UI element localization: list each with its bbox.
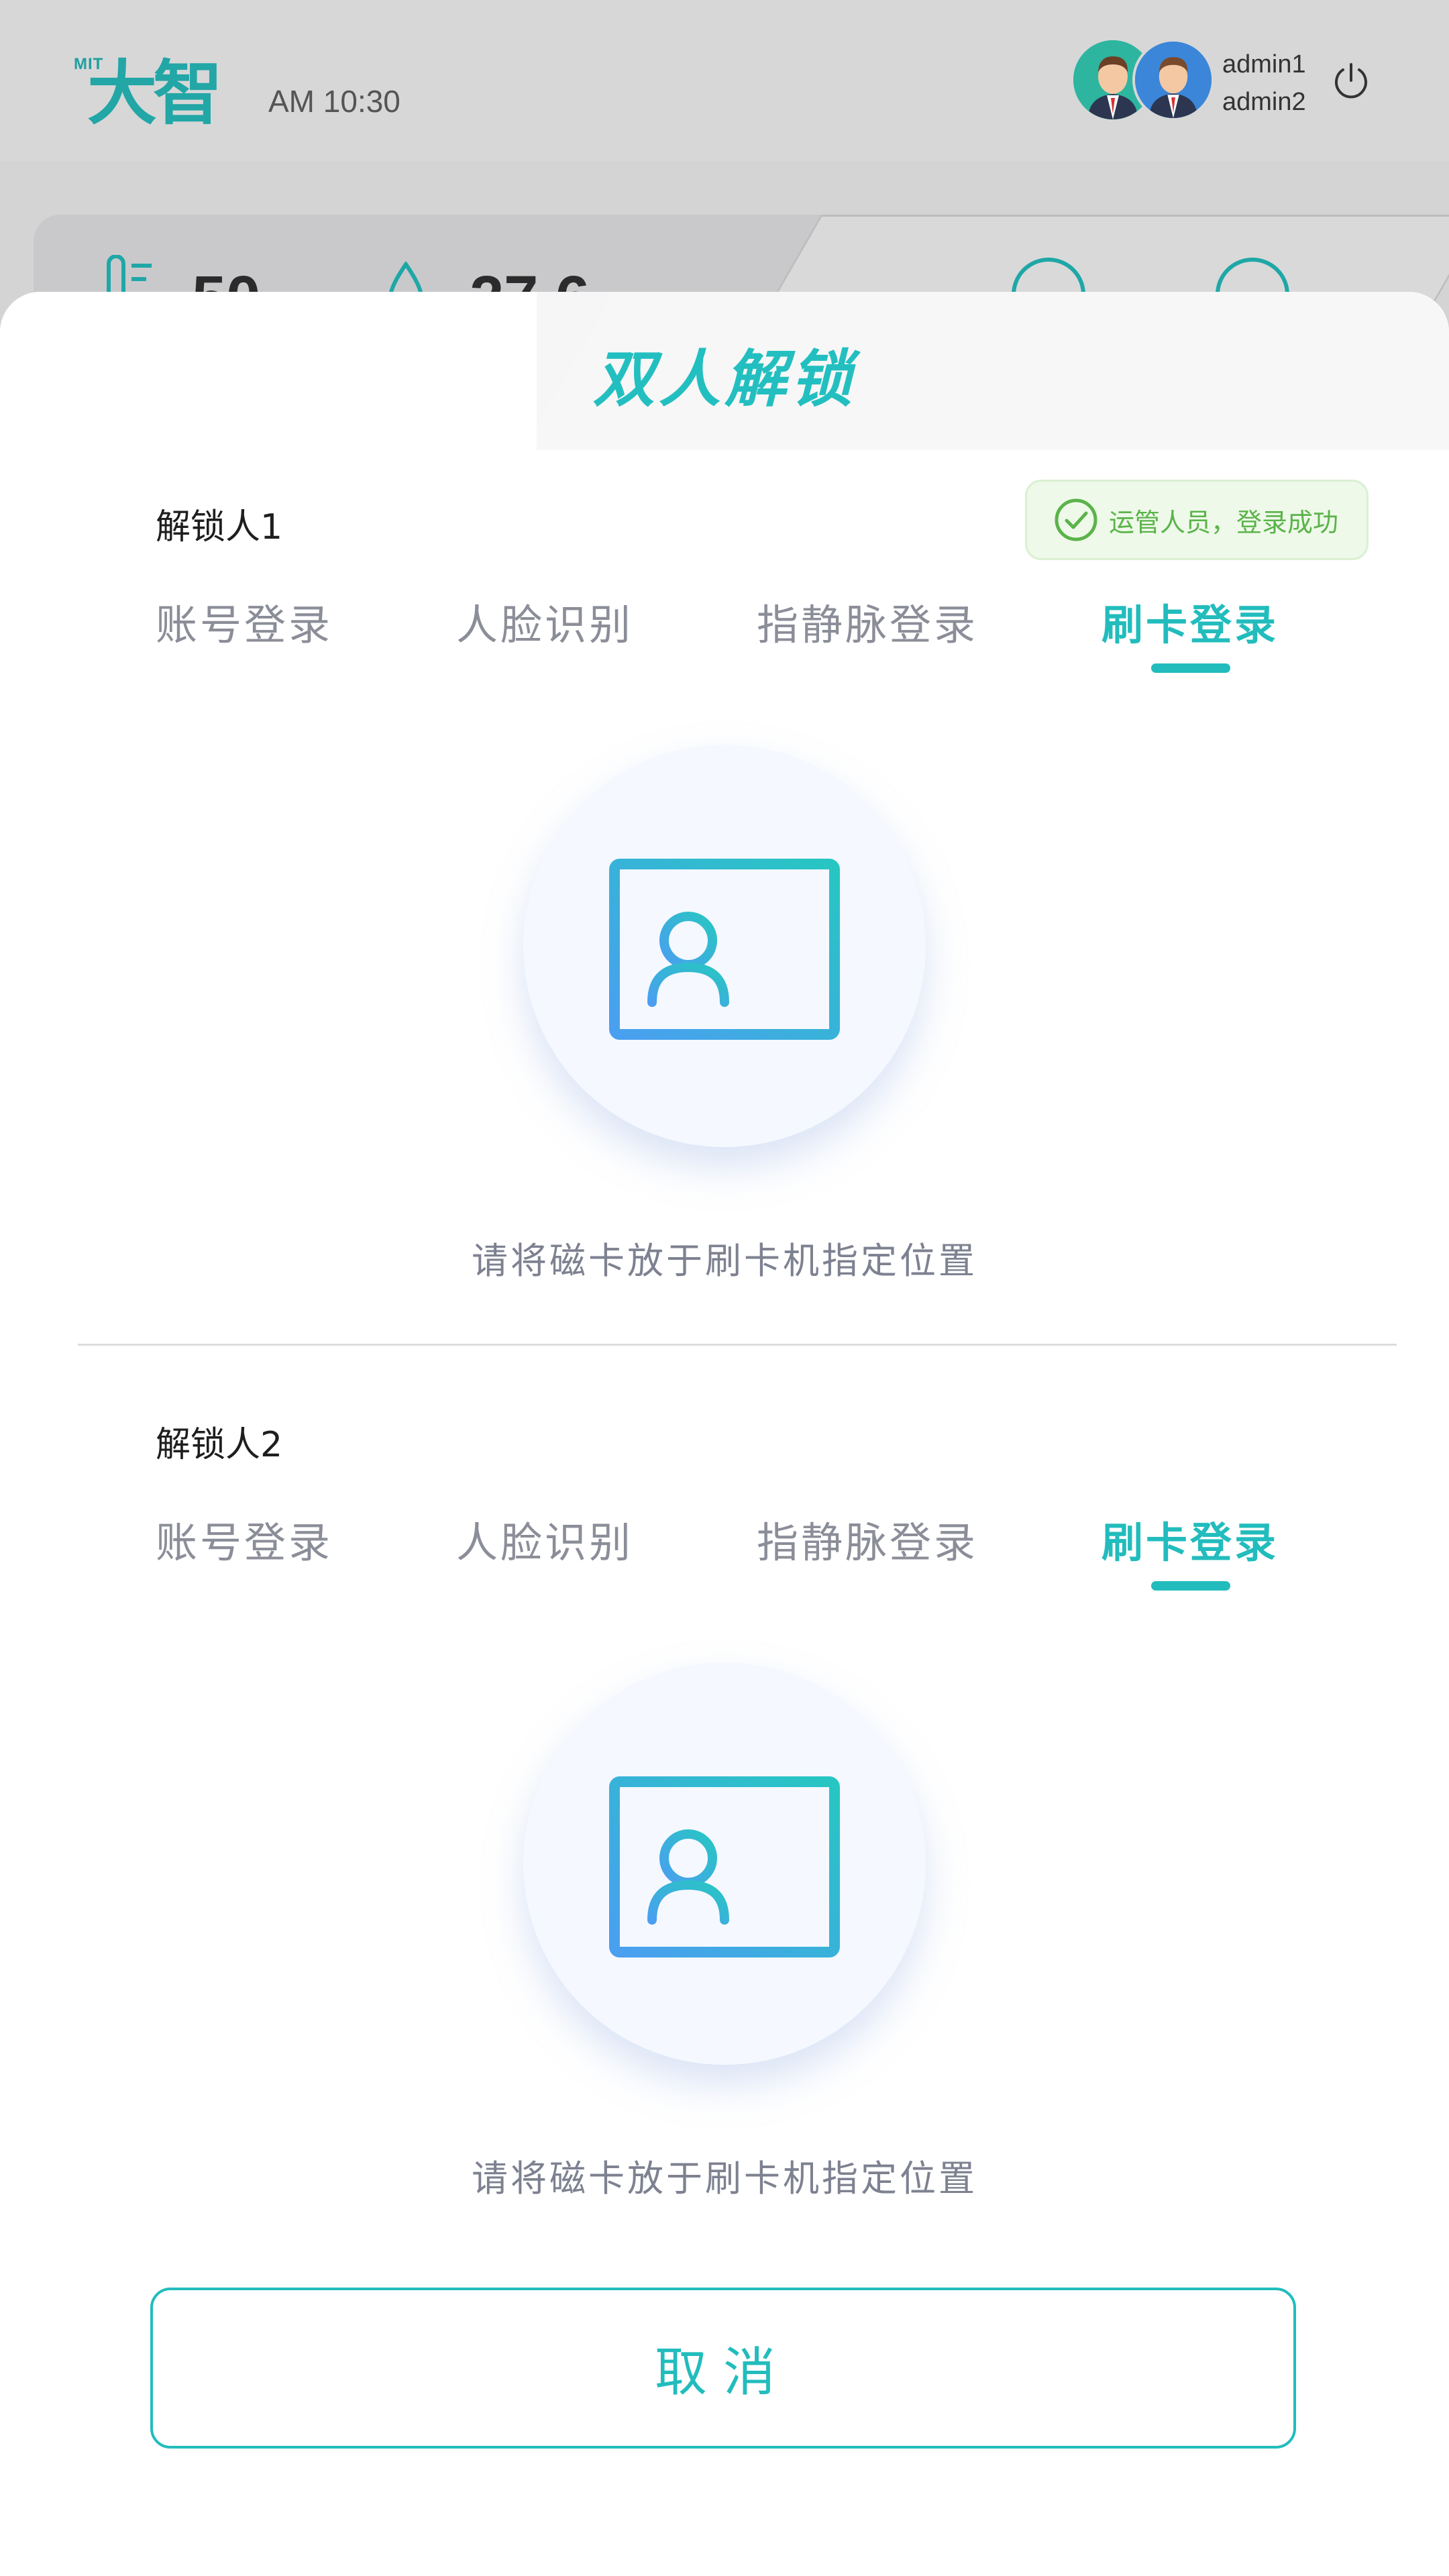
user-name-2: admin2	[1222, 88, 1306, 116]
top-header: MIT 大智 AM 10:30 admin1 admin2	[0, 0, 1449, 161]
user-name-1: admin1	[1222, 50, 1306, 78]
dialog-title: 双人解锁	[592, 343, 856, 415]
unlocker-2-label: 解锁人2	[156, 1425, 283, 1465]
user-avatars[interactable]	[1073, 39, 1214, 122]
tab-finger-vein-login[interactable]: 指静脉登录	[757, 591, 978, 651]
app-screen: MIT 大智 AM 10:30 admin1 admin2 双人解锁 解锁人1 …	[0, 0, 1449, 2576]
power-icon[interactable]	[1330, 59, 1373, 102]
login-method-tabs-2: 账号登录 人脸识别 指静脉登录 刷卡登录	[0, 1509, 1449, 1591]
active-tab-indicator	[1151, 663, 1230, 673]
id-card-icon	[609, 859, 840, 1040]
clock-time: AM 10:30	[268, 84, 400, 119]
card-swipe-illustration	[523, 1662, 926, 2065]
section-divider	[78, 1344, 1397, 1346]
id-card-icon	[609, 1776, 840, 1957]
tab-card-login[interactable]: 刷卡登录	[1102, 591, 1279, 651]
logo-text: 大智	[87, 52, 223, 134]
tab-face-recognition[interactable]: 人脸识别	[456, 591, 633, 651]
unlocker-1-label: 解锁人1	[156, 507, 283, 547]
dual-unlock-dialog: 双人解锁 解锁人1 运管人员，登录成功 账号登录 人脸识别 指静脉登录 刷卡登录	[0, 292, 1449, 2576]
tab-card-login[interactable]: 刷卡登录	[1102, 1509, 1279, 1569]
success-message: 运管人员，登录成功	[1109, 507, 1339, 537]
check-circle-icon	[1055, 498, 1097, 541]
card-swipe-hint-1: 请将磁卡放于刷卡机指定位置	[472, 1240, 977, 1282]
login-method-tabs-1: 账号登录 人脸识别 指静脉登录 刷卡登录	[0, 591, 1449, 673]
avatar-admin2[interactable]	[1132, 39, 1214, 121]
tab-finger-vein-login[interactable]: 指静脉登录	[757, 1509, 978, 1569]
app-logo: MIT 大智	[74, 40, 241, 134]
login-success-badge: 运管人员，登录成功	[1025, 480, 1368, 560]
user-names: admin1 admin2	[1222, 46, 1306, 121]
active-tab-indicator	[1151, 1581, 1230, 1591]
tab-face-recognition[interactable]: 人脸识别	[456, 1509, 633, 1569]
tab-account-login[interactable]: 账号登录	[156, 1509, 333, 1569]
card-swipe-hint-2: 请将磁卡放于刷卡机指定位置	[472, 2157, 977, 2200]
tab-account-login[interactable]: 账号登录	[156, 591, 333, 651]
cancel-button[interactable]: 取消	[150, 2288, 1296, 2449]
card-swipe-illustration	[523, 745, 926, 1147]
